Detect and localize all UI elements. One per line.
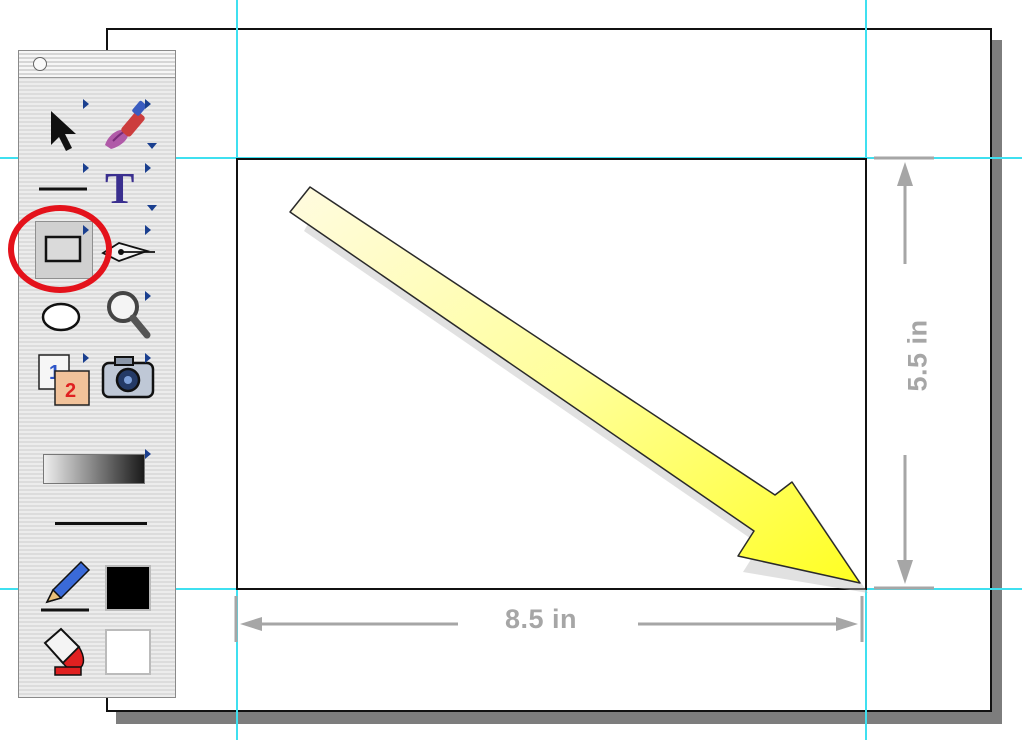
palette-title-bar[interactable] (19, 51, 175, 78)
oval-tool-button[interactable] (35, 287, 93, 345)
selection-tool-flyout-icon[interactable] (83, 99, 89, 109)
height-dimension-label: 5.5 in (902, 309, 934, 402)
gradient-flyout-icon[interactable] (145, 449, 151, 459)
highlight-circle (8, 205, 112, 293)
pencil-icon (41, 560, 91, 612)
zoom-tool-flyout-icon[interactable] (145, 291, 151, 301)
svg-text:T: T (105, 164, 134, 213)
paintbrush-tool-flyout-icon[interactable] (145, 99, 151, 109)
stroke-color-button[interactable] (35, 556, 93, 614)
svg-text:2: 2 (65, 380, 76, 402)
close-icon[interactable] (33, 57, 47, 71)
tool-palette: T 1 2 (18, 50, 176, 698)
page-tool-flyout-icon[interactable] (83, 353, 89, 363)
pen-tool-flyout-icon[interactable] (145, 225, 151, 235)
stroke-color-swatch[interactable] (105, 565, 151, 611)
camera-tool-flyout-icon[interactable] (145, 353, 151, 363)
oval-icon (41, 302, 81, 332)
text-tool-flyout-icon[interactable] (145, 163, 151, 173)
fill-color-button[interactable] (35, 621, 93, 679)
gradient-selector[interactable] (43, 454, 145, 484)
width-dimension-label: 8.5 in (493, 604, 590, 635)
fill-color-swatch[interactable] (105, 629, 151, 675)
text-options-icon[interactable] (147, 205, 157, 211)
line-width-selector[interactable] (55, 522, 147, 525)
paintbrush-options-icon[interactable] (147, 143, 157, 149)
line-tool-flyout-icon[interactable] (83, 163, 89, 173)
paint-bucket-icon (43, 627, 85, 676)
